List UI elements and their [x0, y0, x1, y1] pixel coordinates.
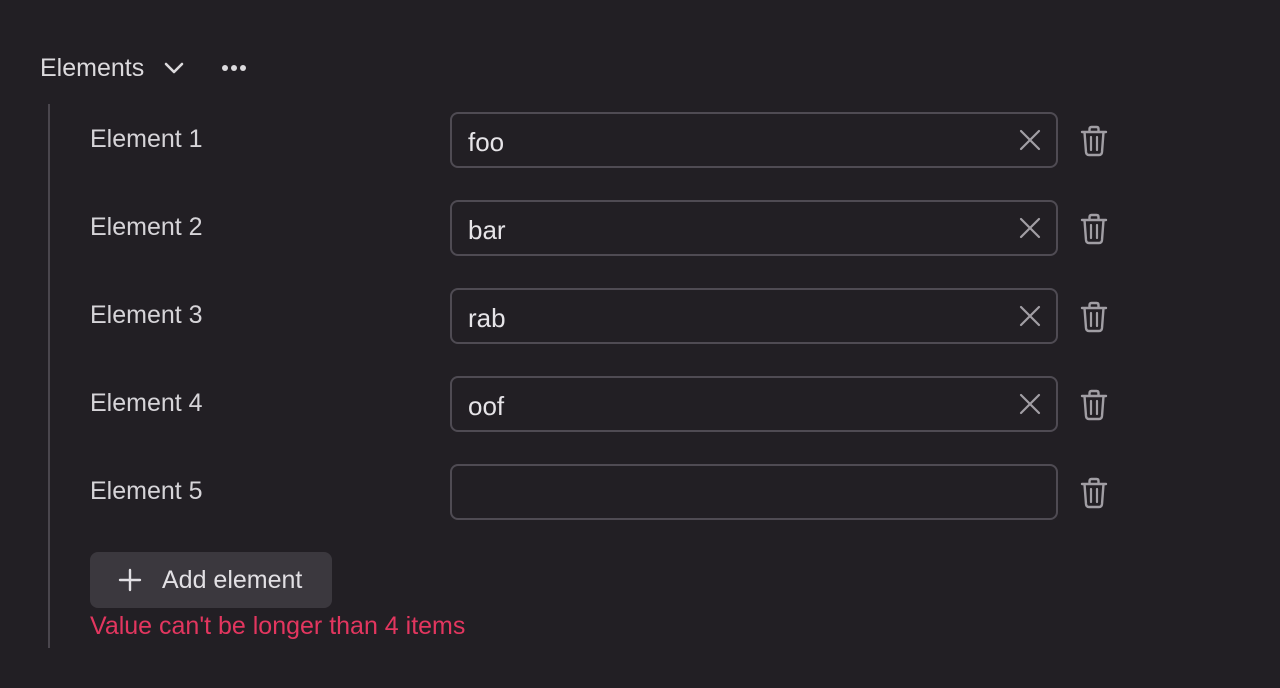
add-element-button[interactable]: Add element [90, 552, 332, 608]
element-input[interactable]: foo [450, 112, 1058, 168]
collapse-toggle-button[interactable] [162, 56, 186, 80]
element-input-value: bar [468, 215, 506, 245]
close-icon [1019, 393, 1041, 415]
section-title: Elements [40, 53, 145, 82]
element-row: Element 1 foo [90, 112, 1120, 168]
chevron-down-icon [164, 62, 184, 74]
clear-input-button[interactable] [1018, 304, 1042, 328]
more-options-button[interactable] [220, 56, 252, 80]
trash-icon [1080, 389, 1108, 421]
element-input[interactable] [450, 464, 1058, 520]
element-row: Element 2 bar [90, 200, 1120, 256]
element-label: Element 1 [90, 125, 203, 153]
element-input[interactable]: rab [450, 288, 1058, 344]
element-row: Element 4 oof [90, 376, 1120, 432]
element-row: Element 5 [90, 464, 1120, 520]
close-icon [1019, 305, 1041, 327]
trash-icon [1080, 477, 1108, 509]
delete-element-button[interactable] [1080, 477, 1108, 509]
element-label: Element 4 [90, 389, 203, 417]
trash-icon [1080, 125, 1108, 157]
delete-element-button[interactable] [1080, 389, 1108, 421]
delete-element-button[interactable] [1080, 301, 1108, 333]
close-icon [1019, 217, 1041, 239]
add-element-label: Add element [162, 565, 303, 594]
element-input[interactable]: bar [450, 200, 1058, 256]
element-input-value: rab [468, 303, 506, 333]
trash-icon [1080, 213, 1108, 245]
element-label: Element 5 [90, 477, 203, 505]
element-label: Element 2 [90, 213, 203, 241]
tree-indent-line [48, 104, 50, 648]
close-icon [1019, 129, 1041, 151]
delete-element-button[interactable] [1080, 125, 1108, 157]
clear-input-button[interactable] [1018, 392, 1042, 416]
element-input-value: oof [468, 391, 505, 421]
delete-element-button[interactable] [1080, 213, 1108, 245]
trash-icon [1080, 301, 1108, 333]
element-label: Element 3 [90, 301, 203, 329]
more-horizontal-icon [222, 65, 247, 71]
clear-input-button[interactable] [1018, 128, 1042, 152]
element-input-value: foo [468, 127, 505, 157]
section-header: Elements [40, 48, 252, 88]
validation-error-message: Value can't be longer than 4 items [90, 612, 466, 640]
plus-icon [118, 568, 142, 592]
clear-input-button[interactable] [1018, 216, 1042, 240]
element-input[interactable]: oof [450, 376, 1058, 432]
element-row: Element 3 rab [90, 288, 1120, 344]
